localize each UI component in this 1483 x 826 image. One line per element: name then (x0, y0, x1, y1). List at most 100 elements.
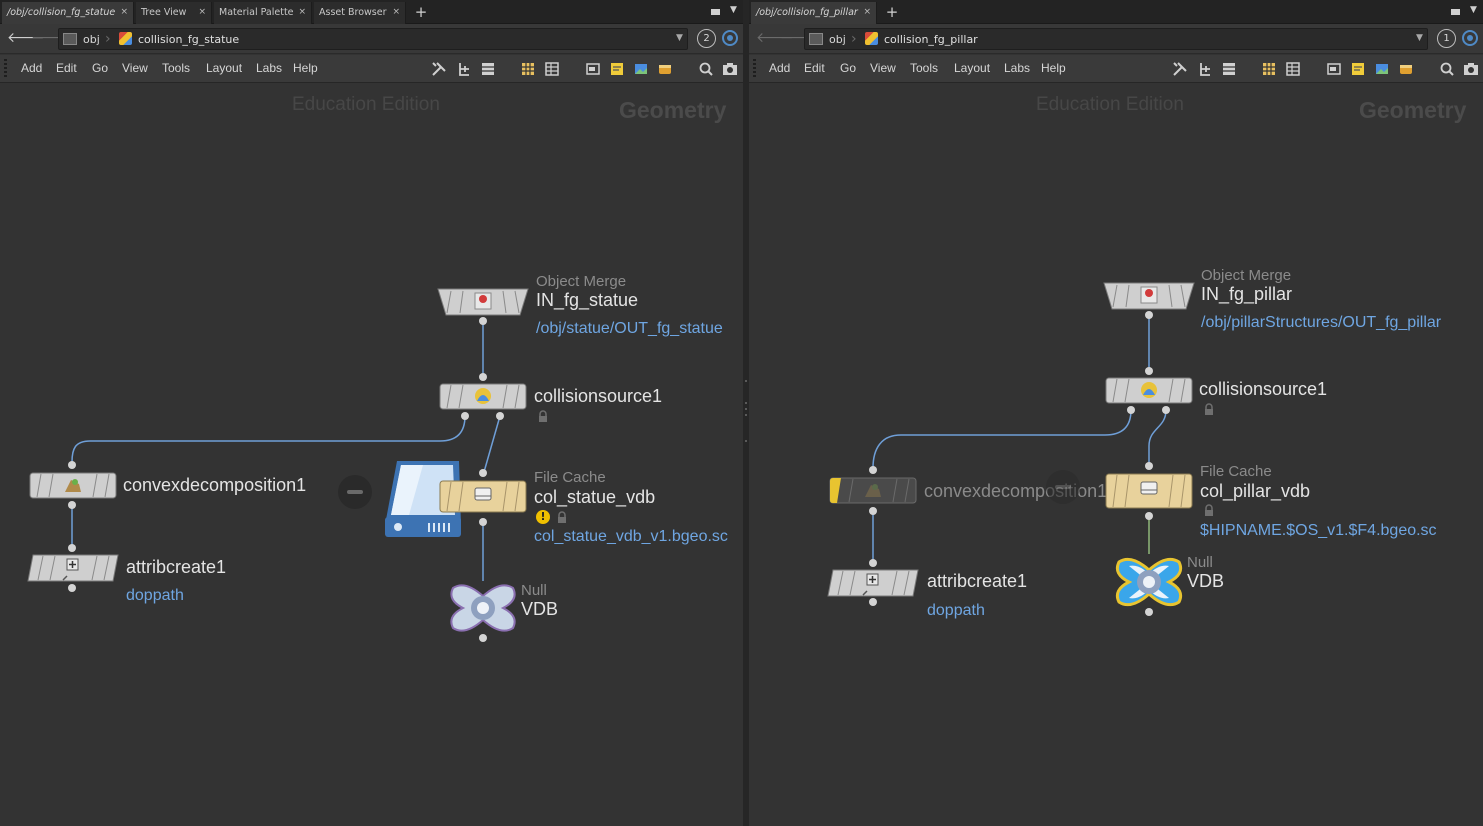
node-name-label[interactable]: col_pillar_vdb (1200, 481, 1310, 502)
menu-view[interactable]: View (870, 61, 896, 75)
tab-tree-view[interactable]: Tree View × (136, 2, 212, 24)
sticky-note-icon[interactable] (1350, 61, 1366, 77)
node-name-label[interactable]: IN_fg_statue (536, 290, 638, 311)
node-object-merge[interactable] (1103, 282, 1195, 310)
file-cache-shape[interactable] (439, 480, 527, 513)
output-port[interactable] (869, 598, 877, 606)
minus-badge-icon[interactable] (1046, 470, 1080, 504)
output-port[interactable] (1127, 406, 1135, 414)
display-options-icon[interactable] (1326, 61, 1342, 77)
input-port[interactable] (1145, 367, 1153, 375)
list-icon[interactable] (1221, 61, 1237, 77)
menu-layout[interactable]: Layout (954, 61, 990, 75)
input-port[interactable] (68, 544, 76, 552)
grid-list-icon[interactable] (1285, 61, 1301, 77)
pane-menu-icon[interactable]: ▼ (1470, 5, 1477, 15)
node-file-cache[interactable] (439, 480, 527, 513)
search-icon[interactable] (698, 61, 714, 77)
input-port[interactable] (479, 373, 487, 381)
node-collisionsource[interactable] (439, 383, 527, 410)
menu-edit[interactable]: Edit (56, 61, 77, 75)
output-port[interactable] (461, 412, 469, 420)
node-param-path[interactable]: /obj/pillarStructures/OUT_fg_pillar (1201, 314, 1441, 332)
output-port[interactable] (1145, 608, 1153, 616)
convexdecomposition-shape[interactable] (829, 477, 917, 504)
input-port[interactable] (68, 461, 76, 469)
menu-tools[interactable]: Tools (910, 61, 938, 75)
node-collisionsource[interactable] (1105, 377, 1193, 404)
network-editor[interactable]: Education Edition Geometry Object Merge … (749, 84, 1483, 826)
pane-link-badge[interactable]: 1 (1437, 29, 1456, 48)
search-icon[interactable] (1439, 61, 1455, 77)
sticky-note-icon[interactable] (609, 61, 625, 77)
wrench-icon[interactable] (1172, 61, 1188, 77)
chevron-down-icon[interactable]: ▼ (1416, 33, 1423, 43)
menu-layout[interactable]: Layout (206, 61, 242, 75)
output-port[interactable] (1145, 311, 1153, 319)
tab-material-palette[interactable]: Material Palette × (214, 2, 312, 24)
attribcreate-shape[interactable] (827, 569, 919, 597)
breadcrumb-obj[interactable]: obj (809, 31, 846, 48)
convexdecomposition-shape[interactable] (29, 472, 117, 499)
node-null-vdb[interactable] (1115, 552, 1183, 612)
sync-icon[interactable] (1462, 30, 1478, 46)
attribcreate-shape[interactable] (27, 554, 119, 582)
close-icon[interactable]: × (198, 2, 206, 23)
grid-icon[interactable] (520, 61, 536, 77)
warning-icon[interactable]: ! (536, 510, 550, 524)
wire[interactable] (71, 415, 466, 463)
minus-badge-icon[interactable] (338, 475, 372, 509)
menu-add[interactable]: Add (21, 61, 42, 75)
output-port[interactable] (1145, 512, 1153, 520)
tab-asset-browser[interactable]: Asset Browser × (314, 2, 406, 24)
object-merge-shape[interactable] (1103, 282, 1195, 310)
node-name-label[interactable]: convexdecomposition1 (123, 475, 306, 496)
null-shape[interactable] (449, 578, 517, 638)
wire[interactable] (483, 415, 501, 473)
maximize-pane-icon[interactable] (1451, 6, 1461, 16)
wire[interactable] (1148, 409, 1167, 466)
output-port[interactable] (496, 412, 504, 420)
null-shape[interactable] (1115, 552, 1183, 612)
object-merge-shape[interactable] (437, 288, 529, 316)
node-convexdecomposition[interactable] (829, 477, 917, 504)
sync-icon[interactable] (722, 30, 738, 46)
node-param-path[interactable]: doppath (927, 602, 985, 620)
wrench-icon[interactable] (431, 61, 447, 77)
node-name-label[interactable]: IN_fg_pillar (1201, 284, 1292, 305)
tab-network-pillar[interactable]: /obj/collision_fg_pillar × (751, 2, 877, 24)
tree-layout-icon[interactable] (1197, 61, 1213, 77)
menu-tools[interactable]: Tools (162, 61, 190, 75)
menu-go[interactable]: Go (92, 61, 108, 75)
pane-menu-icon[interactable]: ▼ (730, 5, 737, 15)
output-port[interactable] (1162, 406, 1170, 414)
close-icon[interactable]: × (863, 2, 871, 23)
display-options-icon[interactable] (585, 61, 601, 77)
collisionsource-shape[interactable] (439, 383, 527, 410)
node-attribcreate[interactable] (827, 569, 919, 597)
wire[interactable] (872, 409, 1132, 469)
node-param-path[interactable]: $HIPNAME.$OS_v1.$F4.bgeo.sc (1200, 522, 1437, 540)
menu-help[interactable]: Help (1041, 61, 1066, 75)
menu-labs[interactable]: Labs (1004, 61, 1030, 75)
node-param-path[interactable]: col_statue_vdb_v1.bgeo.sc (534, 528, 728, 546)
tab-network-statue[interactable]: /obj/collision_fg_statue × (2, 2, 134, 24)
camera-icon[interactable] (1463, 61, 1479, 77)
node-null-vdb[interactable] (449, 578, 517, 638)
breadcrumb-obj[interactable]: obj (63, 31, 100, 48)
output-port[interactable] (479, 518, 487, 526)
grid-list-icon[interactable] (544, 61, 560, 77)
menu-help[interactable]: Help (293, 61, 318, 75)
close-icon[interactable]: × (120, 2, 128, 23)
menu-add[interactable]: Add (769, 61, 790, 75)
close-icon[interactable]: × (392, 2, 400, 23)
menu-view[interactable]: View (122, 61, 148, 75)
tree-layout-icon[interactable] (456, 61, 472, 77)
output-port[interactable] (869, 507, 877, 515)
node-name-label[interactable]: VDB (1187, 571, 1224, 592)
collisionsource-shape[interactable] (1105, 377, 1193, 404)
pane-link-badge[interactable]: 2 (697, 29, 716, 48)
list-icon[interactable] (480, 61, 496, 77)
camera-icon[interactable] (722, 61, 738, 77)
node-name-label[interactable]: attribcreate1 (927, 571, 1027, 592)
